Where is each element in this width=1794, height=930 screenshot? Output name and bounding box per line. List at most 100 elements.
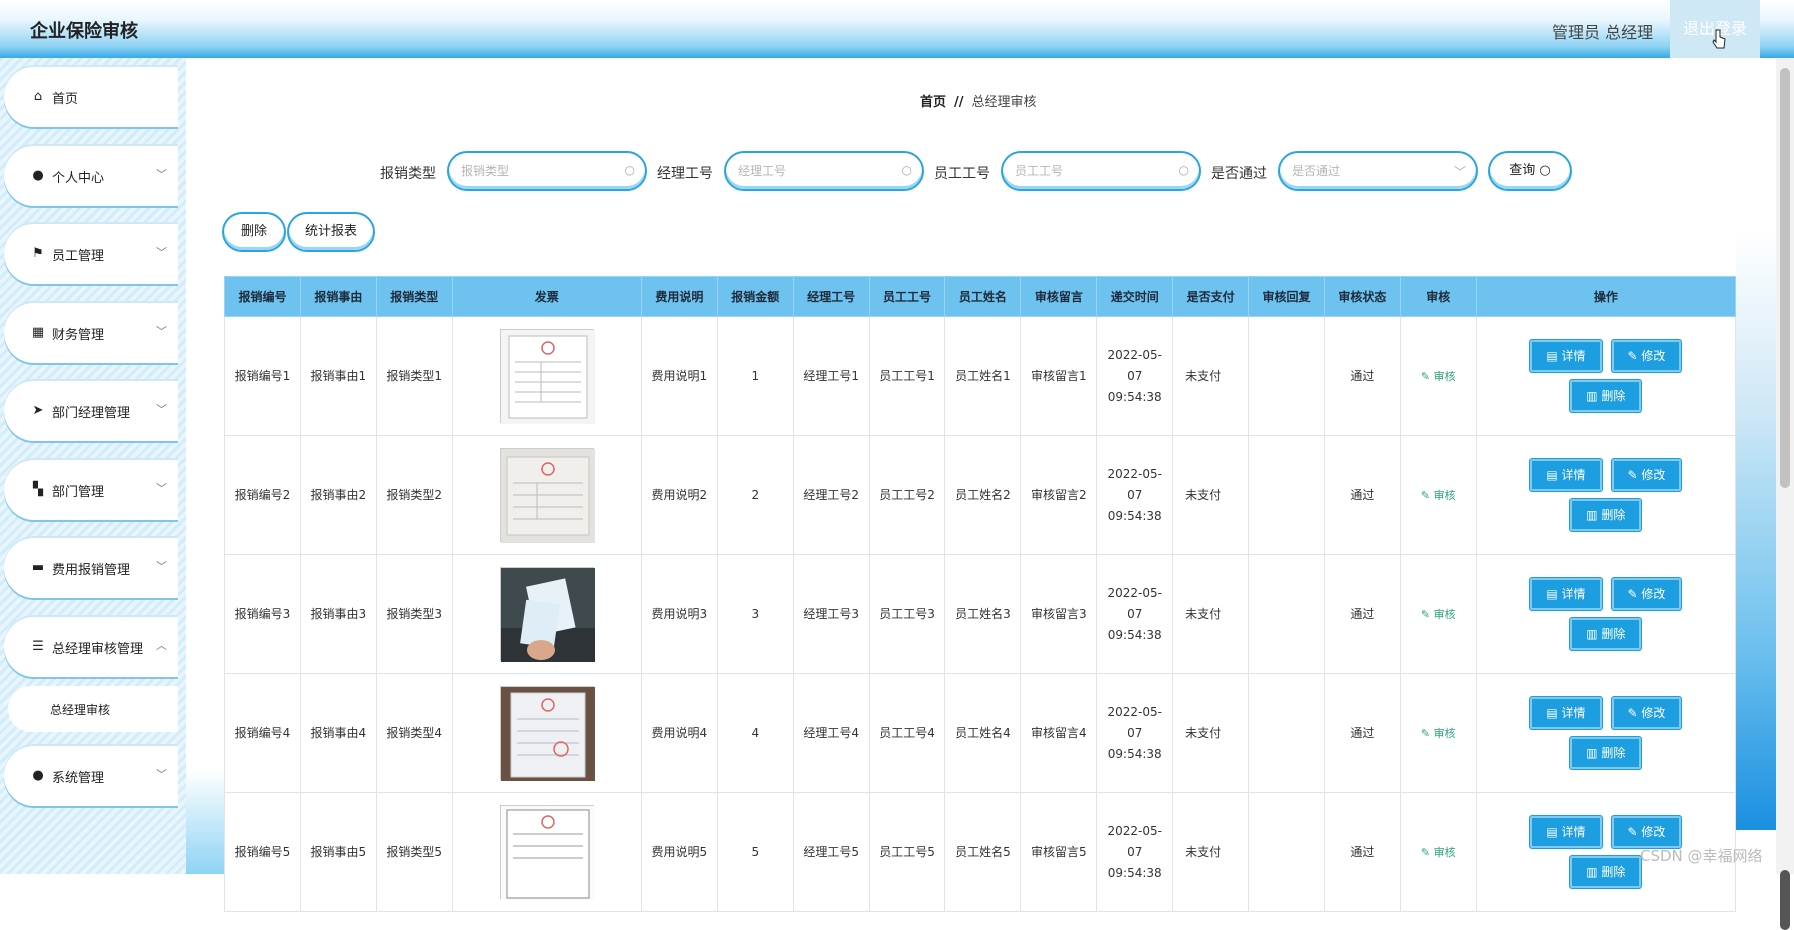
cell-time: 2022-05-07 09:54:38 (1096, 792, 1174, 912)
delete-button[interactable]: ▥ 删除 (1570, 499, 1642, 531)
chevron-icon: ﹀ (156, 560, 167, 573)
edit-label: 修改 (1641, 706, 1666, 720)
cell-reply (1248, 673, 1325, 793)
cell-status: 通过 (1323, 792, 1401, 912)
cell-emp: 员工工号3 (868, 554, 946, 674)
invoice-thumbnail[interactable] (499, 567, 595, 662)
cell-amount: 5 (716, 792, 794, 912)
edit-pen-icon: ✎ (1627, 825, 1642, 839)
cell-amount: 2 (716, 435, 794, 555)
cell-no: 报销编号5 (224, 792, 301, 912)
sidebar-item[interactable]: ☰ 总经理审核管理 ︿ (4, 617, 178, 677)
grid-icon: ▦ (31, 325, 45, 340)
edit-button[interactable]: ✎ 修改 (1611, 459, 1682, 491)
statistics-report-button[interactable]: 统计报表 (287, 212, 375, 252)
employee-id-input[interactable] (1015, 162, 1175, 180)
is-passed-label: 是否通过 (1211, 166, 1267, 182)
is-passed-select[interactable]: ﹀ (1278, 151, 1478, 191)
cell-time: 2022-05-07 09:54:38 (1096, 316, 1174, 436)
audit-link-label: 审核 (1433, 845, 1456, 859)
cell-actions: ▤ 详情 ✎ 修改 ▥ 删除 (1475, 435, 1737, 555)
detail-button[interactable]: ▤ 详情 (1530, 697, 1602, 729)
list-icon: ☰ (32, 639, 44, 654)
edit-button[interactable]: ✎ 修改 (1611, 578, 1682, 610)
cell-reason: 报销事由4 (299, 673, 377, 793)
sidebar-item[interactable]: ● 个人中心 ﹀ (4, 146, 178, 206)
breadcrumb: 首页 // 总经理审核 (920, 91, 1037, 110)
cell-status: 通过 (1323, 673, 1401, 793)
batch-delete-button[interactable]: 删除 (222, 212, 286, 252)
sidebar-item-label: 部门管理 (52, 485, 105, 500)
sidebar-item[interactable]: ⚑ 员工管理 ﹀ (4, 224, 178, 284)
cell-actions: ▤ 详情 ✎ 修改 ▥ 删除 (1475, 554, 1737, 674)
is-passed-input[interactable] (1292, 162, 1452, 180)
sidebar-item[interactable]: ▦ 财务管理 ﹀ (4, 303, 178, 363)
cell-no: 报销编号2 (224, 435, 301, 555)
audit-link[interactable]: ✎ 审核 (1421, 370, 1456, 383)
sidebar-item-label: 个人中心 (52, 171, 105, 186)
cell-paid: 未支付 (1172, 435, 1250, 555)
cell-msg: 审核留言1 (1020, 316, 1098, 436)
vertical-scrollbar[interactable] (1776, 58, 1794, 930)
cell-emp: 员工工号4 (868, 673, 946, 793)
reimburse-type-input[interactable] (461, 162, 621, 180)
invoice-thumbnail[interactable] (499, 805, 595, 900)
invoice-thumbnail[interactable] (499, 329, 595, 424)
edit-label: 修改 (1641, 587, 1666, 601)
sidebar-item[interactable]: ● 系统管理 ﹀ (4, 746, 178, 806)
column-header: 审核状态 (1323, 276, 1401, 317)
detail-button[interactable]: ▤ 详情 (1530, 340, 1602, 372)
breadcrumb-home[interactable]: 首页 (920, 95, 946, 110)
audit-link[interactable]: ✎ 审核 (1421, 608, 1456, 621)
query-button[interactable]: 查询 ○ (1488, 151, 1572, 191)
column-header: 操作 (1475, 276, 1737, 317)
delete-button[interactable]: ▥ 删除 (1570, 856, 1642, 888)
detail-button[interactable]: ▤ 详情 (1530, 459, 1602, 491)
mouse-cursor-icon (1712, 29, 1726, 49)
cell-audit: ✎ 审核 (1399, 316, 1477, 436)
monitor-icon: ▬ (31, 560, 45, 575)
sidebar-item[interactable]: ➤ 部门经理管理 ﹀ (4, 381, 178, 441)
manager-id-input[interactable] (738, 162, 898, 180)
audit-link[interactable]: ✎ 审核 (1421, 727, 1456, 740)
edit-button[interactable]: ✎ 修改 (1611, 816, 1682, 848)
detail-button[interactable]: ▤ 详情 (1530, 816, 1602, 848)
apps-icon: ▚ (33, 482, 43, 497)
edit-button[interactable]: ✎ 修改 (1611, 697, 1682, 729)
detail-label: 详情 (1561, 587, 1586, 601)
audit-link[interactable]: ✎ 审核 (1421, 846, 1456, 859)
employee-id-field[interactable]: ○ (1001, 151, 1201, 191)
sidebar-subitem-gm-audit[interactable]: 总经理审核 (8, 686, 178, 732)
invoice-thumbnail[interactable] (499, 448, 595, 543)
reimburse-type-label: 报销类型 (380, 166, 436, 182)
edit-button[interactable]: ✎ 修改 (1611, 340, 1682, 372)
cell-desc: 费用说明5 (640, 792, 718, 912)
cell-audit: ✎ 审核 (1399, 554, 1477, 674)
invoice-thumbnail[interactable] (499, 686, 595, 781)
cell-msg: 审核留言2 (1020, 435, 1098, 555)
user-icon: ● (32, 168, 44, 183)
sidebar-item[interactable]: ▬ 费用报销管理 ﹀ (4, 538, 178, 598)
manager-id-field[interactable]: ○ (724, 151, 924, 191)
delete-button[interactable]: ▥ 删除 (1570, 618, 1642, 650)
cell-amount: 1 (716, 316, 794, 436)
cell-invoice (451, 673, 642, 793)
admin-icon: ● (32, 768, 44, 783)
delete-button[interactable]: ▥ 删除 (1570, 380, 1642, 412)
scrollbar-thumb[interactable] (1780, 68, 1790, 488)
trash-icon: ▥ (1586, 865, 1602, 879)
audit-link[interactable]: ✎ 审核 (1421, 489, 1456, 502)
cell-type: 报销类型3 (375, 554, 453, 674)
table-row: 报销编号1 报销事由1 报销类型1 费用说明1 1 经理工号1 员工工号1 员工姓名1 审核留言… (224, 316, 1737, 436)
delete-button[interactable]: ▥ 删除 (1570, 737, 1642, 769)
cell-emp: 员工工号1 (868, 316, 946, 436)
reimburse-type-field[interactable]: ○ (447, 151, 647, 191)
scrollbar-thumb[interactable] (1780, 870, 1790, 930)
sidebar-item[interactable]: ⌂ 首页 (4, 67, 178, 127)
sidebar-item-label: 费用报销管理 (52, 563, 131, 578)
sidebar-item[interactable]: ▚ 部门管理 ﹀ (4, 460, 178, 520)
column-header: 员工工号 (868, 276, 946, 317)
cell-mgr: 经理工号5 (792, 792, 870, 912)
column-header: 审核留言 (1020, 276, 1098, 317)
detail-button[interactable]: ▤ 详情 (1530, 578, 1602, 610)
